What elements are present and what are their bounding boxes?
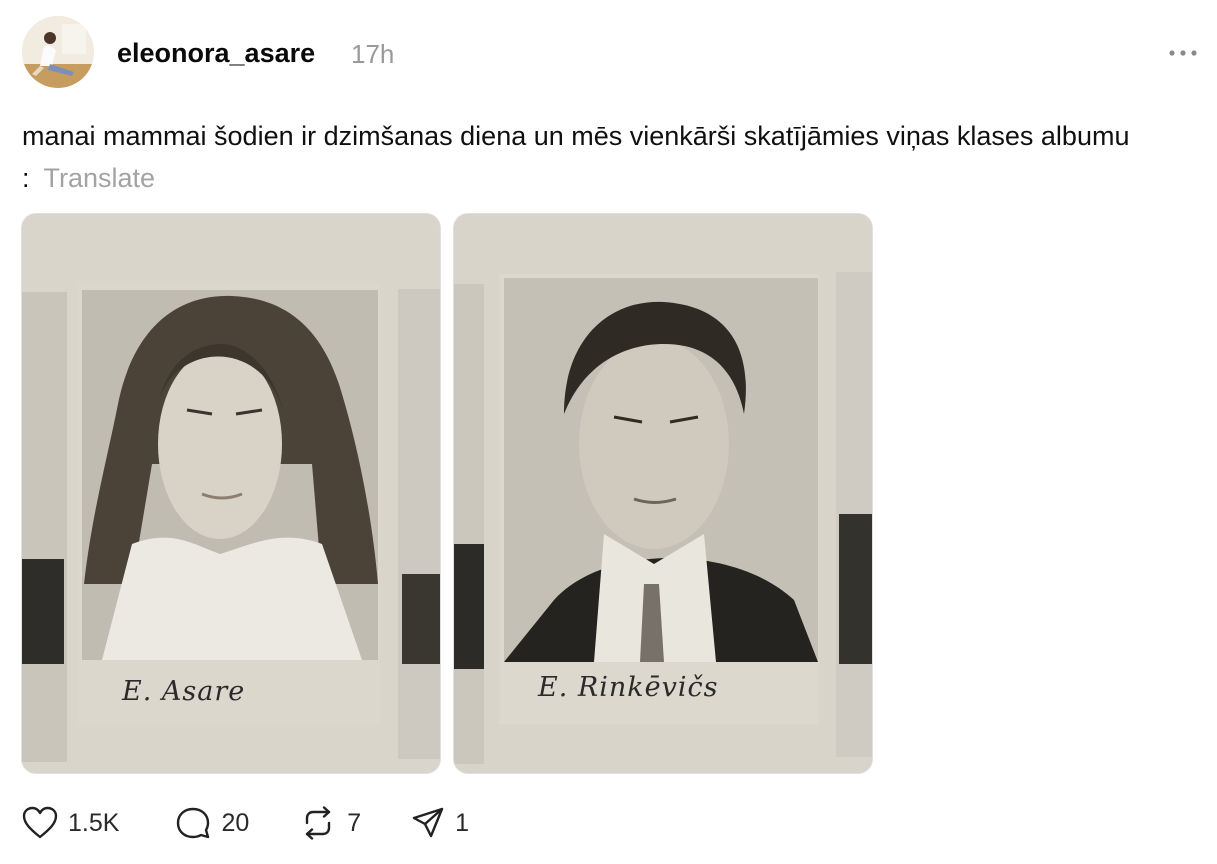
repost-count: 7 — [347, 808, 362, 837]
heart-icon — [22, 806, 58, 839]
translate-link[interactable]: Translate — [44, 163, 156, 193]
username[interactable]: eleonora_asare — [117, 36, 315, 70]
photo-caption: E. Asare — [122, 676, 246, 707]
photo-1[interactable]: E. Asare — [22, 214, 440, 773]
like-count: 1.5K — [68, 808, 120, 837]
post-actions: 1.5K 20 7 1 — [22, 800, 469, 846]
comment-count: 20 — [221, 808, 250, 837]
photo-caption: E. Rinkēvičs — [538, 672, 719, 703]
photo-2[interactable]: E. Rinkēvičs — [454, 214, 872, 773]
repost-button[interactable]: 7 — [299, 806, 361, 840]
like-button[interactable]: 1.5K — [22, 806, 119, 840]
post-body: manai mammai šodien ir dzimšanas diena u… — [22, 121, 1130, 193]
share-icon — [412, 807, 444, 838]
avatar-image — [22, 16, 94, 88]
more-icon[interactable] — [1162, 38, 1206, 68]
post-time: 17h — [351, 39, 395, 69]
comment-icon — [177, 807, 210, 839]
comment-button[interactable]: 20 — [175, 806, 249, 840]
post-text: manai mammai šodien ir dzimšanas diena u… — [22, 115, 1192, 199]
share-button[interactable]: 1 — [411, 806, 469, 840]
repost-icon — [306, 806, 331, 840]
avatar[interactable] — [22, 16, 94, 88]
share-count: 1 — [455, 808, 470, 837]
